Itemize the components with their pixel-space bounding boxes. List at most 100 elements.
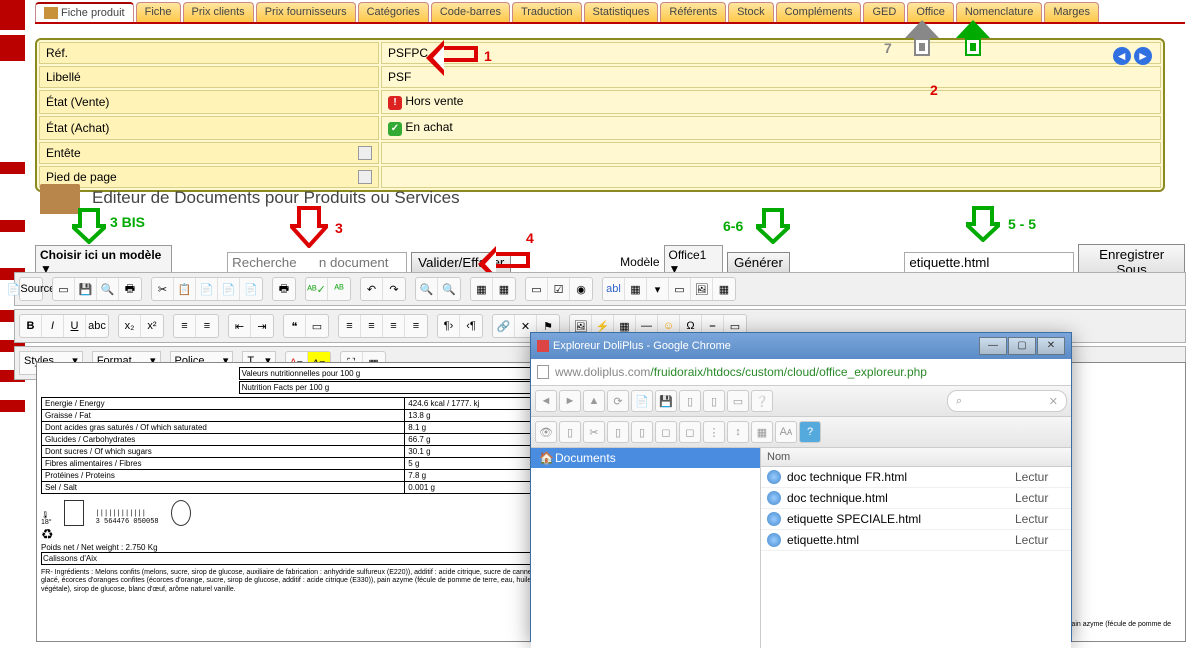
paste-button[interactable]: ▯ [631, 421, 653, 443]
subscript-button[interactable]: x₂ [119, 315, 141, 337]
textarea-button[interactable]: ▦ [625, 278, 647, 300]
tab-stock[interactable]: Stock [728, 2, 774, 22]
window-titlebar[interactable]: Exploreur DoliPlus - Google Chrome — ▢ ✕ [531, 333, 1071, 359]
copy-button[interactable]: ▯ [607, 421, 629, 443]
radio-button[interactable]: ◉ [570, 278, 592, 300]
search-document-input[interactable] [227, 252, 407, 273]
prev-product-button[interactable]: ◄ [1113, 47, 1131, 65]
select-button[interactable]: ◻ [655, 421, 677, 443]
cut-button[interactable]: ✂ [152, 278, 174, 300]
open-button[interactable]: ▯ [559, 421, 581, 443]
button-button[interactable]: ▭ [669, 278, 691, 300]
select-button[interactable]: ▾ [647, 278, 669, 300]
maximize-button[interactable]: ▢ [1008, 337, 1036, 355]
address-bar[interactable]: www.doliplus.com/fruidoraix/htdocs/custo… [531, 359, 1071, 386]
tab-complements[interactable]: Compléments [776, 2, 862, 22]
align-left-button[interactable]: ≡ [339, 315, 361, 337]
tab-fiche[interactable]: Fiche [136, 2, 181, 22]
back-button[interactable]: ◄ [535, 390, 557, 412]
form-button[interactable]: ▭ [526, 278, 548, 300]
checkbox-button[interactable]: ☑ [548, 278, 570, 300]
spellcheck-button[interactable]: ᴬᴮ✓ [306, 278, 328, 300]
tab-referents[interactable]: Référents [660, 2, 726, 22]
preview-button[interactable]: 🔍 [97, 278, 119, 300]
search-input[interactable]: ⌕✕ [947, 390, 1067, 412]
strike-button[interactable]: abc [86, 315, 108, 337]
select-button[interactable]: ▭ [727, 390, 749, 412]
save-button[interactable]: 💾 [655, 390, 677, 412]
document-preview[interactable]: Valeurs nutritionnelles pour 100 g Nutri… [36, 362, 566, 642]
replace-button[interactable]: 🔍 [438, 278, 460, 300]
find-button[interactable]: 🔍 [416, 278, 438, 300]
copy-button[interactable]: 📋 [174, 278, 196, 300]
superscript-button[interactable]: x² [141, 315, 163, 337]
file-row[interactable]: doc technique FR.htmlLectur [761, 467, 1071, 488]
clear-format-button[interactable]: ▦ [493, 278, 515, 300]
edit-icon[interactable] [358, 146, 372, 160]
tab-fiche-produit[interactable]: Fiche produit [35, 2, 134, 22]
next-product-button[interactable]: ► [1134, 47, 1152, 65]
edit-icon[interactable] [358, 170, 372, 184]
new-file-button[interactable]: 📄 [631, 390, 653, 412]
copy-button[interactable]: ▯ [679, 390, 701, 412]
rtl-button[interactable]: ‹¶ [460, 315, 482, 337]
view-mode-button[interactable]: ▦ [751, 421, 773, 443]
paste-button[interactable]: 📄 [196, 278, 218, 300]
tab-marges[interactable]: Marges [1044, 2, 1099, 22]
spellcheck-button[interactable]: ᴬᴮ [328, 278, 350, 300]
bold-button[interactable]: B [20, 315, 42, 337]
align-center-button[interactable]: ≡ [361, 315, 383, 337]
print-button[interactable]: 🖶 [273, 278, 295, 300]
indent-button[interactable]: ⇥ [251, 315, 273, 337]
div-button[interactable]: ▭ [306, 315, 328, 337]
hidden-button[interactable]: ▦ [713, 278, 735, 300]
link-button[interactable]: 🔗 [493, 315, 515, 337]
new-button[interactable]: ▭ [53, 278, 75, 300]
tools-button[interactable]: Aᴀ [775, 421, 797, 443]
textfield-button[interactable]: abl [603, 278, 625, 300]
tab-statistiques[interactable]: Statistiques [584, 2, 659, 22]
tab-traduction[interactable]: Traduction [512, 2, 582, 22]
rename-button[interactable]: ⋮ [703, 421, 725, 443]
cut-button[interactable]: ✂ [583, 421, 605, 443]
generate-button[interactable]: Générer [727, 252, 790, 273]
file-row[interactable]: doc technique.htmlLectur [761, 488, 1071, 509]
undo-button[interactable]: ↶ [361, 278, 383, 300]
paste-text-button[interactable]: 📄 [218, 278, 240, 300]
close-button[interactable]: ✕ [1037, 337, 1065, 355]
tab-prix-fournisseurs[interactable]: Prix fournisseurs [256, 2, 356, 22]
file-row[interactable]: etiquette.htmlLectur [761, 530, 1071, 551]
forward-button[interactable]: ► [559, 390, 581, 412]
filename-input[interactable] [904, 252, 1074, 273]
bullist-button[interactable]: ≡ [196, 315, 218, 337]
tab-code-barres[interactable]: Code-barres [431, 2, 510, 22]
minimize-button[interactable]: — [979, 337, 1007, 355]
paste-button[interactable]: ▯ [703, 390, 725, 412]
save-button[interactable]: 💾 [75, 278, 97, 300]
tab-ged[interactable]: GED [863, 2, 905, 22]
redo-button[interactable]: ↷ [383, 278, 405, 300]
select-all-button[interactable]: ▦ [471, 278, 493, 300]
view-button[interactable]: 👁 [535, 421, 557, 443]
delete-button[interactable]: ◻ [679, 421, 701, 443]
paste-word-button[interactable]: 📄 [240, 278, 262, 300]
numlist-button[interactable]: ≡ [174, 315, 196, 337]
tab-prix-clients[interactable]: Prix clients [183, 2, 254, 22]
sort-button[interactable]: ↕ [727, 421, 749, 443]
info-button[interactable]: ❔ [751, 390, 773, 412]
imagebutton-button[interactable]: 🖼 [691, 278, 713, 300]
tab-categories[interactable]: Catégories [358, 2, 429, 22]
blockquote-button[interactable]: ❝ [284, 315, 306, 337]
align-right-button[interactable]: ≡ [383, 315, 405, 337]
print-button[interactable]: 🖶 [119, 278, 141, 300]
underline-button[interactable]: U [64, 315, 86, 337]
col-name[interactable]: Nom [767, 451, 1015, 463]
source-button[interactable]: 📄 Source [20, 278, 42, 300]
help-button[interactable]: ? [799, 421, 821, 443]
tree-root[interactable]: 🏠Documents [531, 448, 760, 468]
up-button[interactable]: ▲ [583, 390, 605, 412]
justify-button[interactable]: ≡ [405, 315, 427, 337]
outdent-button[interactable]: ⇤ [229, 315, 251, 337]
ltr-button[interactable]: ¶› [438, 315, 460, 337]
reload-button[interactable]: ⟳ [607, 390, 629, 412]
